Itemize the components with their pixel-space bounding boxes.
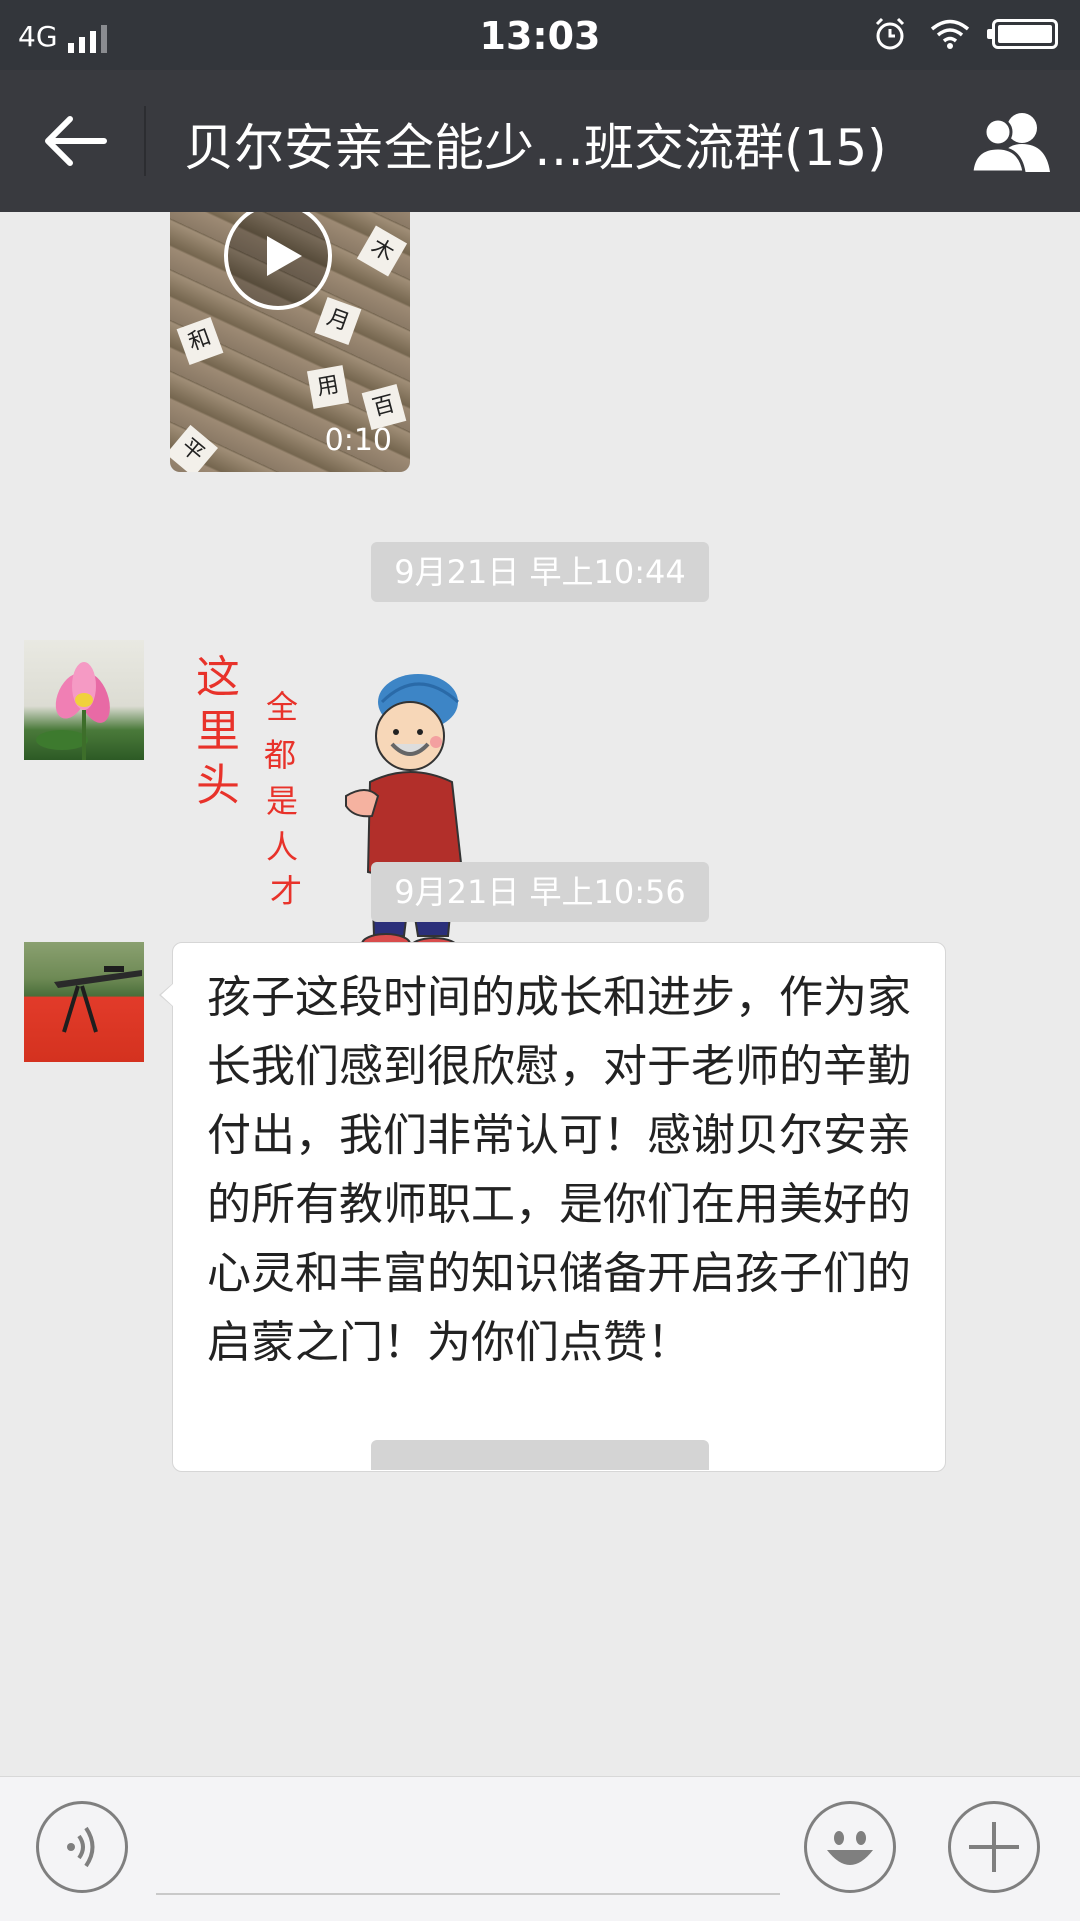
message-text: 孩子这段时间的成长和进步，作为家长我们感到很欣慰，对于老师的辛勤付出，我们非常认… — [207, 972, 911, 1368]
message-timestamp-partial — [371, 1440, 709, 1470]
chat-title: 贝尔安亲全能少…班交流群(15) — [184, 119, 887, 177]
lotus-icon — [36, 662, 110, 760]
word-card: 平 — [170, 424, 219, 472]
svg-text:是: 是 — [266, 782, 298, 820]
svg-text:人: 人 — [266, 828, 298, 866]
word-card: 用 — [306, 365, 350, 409]
group-members-icon[interactable] — [970, 108, 1052, 174]
avatar[interactable] — [24, 640, 144, 760]
svg-text:都: 都 — [264, 736, 296, 774]
message-timestamp: 9月21日 早上10:56 — [371, 862, 709, 922]
sticker-text-left-2: 里 — [196, 706, 240, 757]
video-message[interactable]: 和 月 用 百 木 平 0:10 — [170, 212, 410, 472]
sticker-text-left-1: 这 — [196, 652, 240, 703]
chat-input-bar — [0, 1776, 1080, 1921]
voice-input-button[interactable] — [36, 1801, 128, 1893]
voice-input-icon — [67, 1826, 95, 1868]
emoji-button[interactable] — [804, 1801, 896, 1893]
chat-title-bar: 贝尔安亲全能少…班交流群(15) — [0, 70, 1080, 212]
more-options-button[interactable] — [948, 1801, 1040, 1893]
emoji-icon — [827, 1831, 873, 1865]
video-duration: 0:10 — [324, 423, 392, 458]
svg-text:全: 全 — [266, 688, 298, 726]
title-divider — [144, 106, 146, 176]
svg-text:才: 才 — [270, 872, 302, 910]
message-timestamp: 9月21日 早上10:44 — [371, 542, 709, 602]
wifi-icon — [930, 19, 970, 49]
sticker-message[interactable]: 这 里 头 全 都 是 人 才 — [196, 646, 496, 986]
chat-message-list[interactable]: 和 月 用 百 木 平 0:10 9月21日 早上10:44 这 里 头 全 都… — [0, 212, 1080, 1776]
message-input[interactable] — [156, 1893, 780, 1895]
rifle-icon — [54, 966, 142, 1033]
word-card: 和 — [176, 316, 224, 366]
text-message-bubble[interactable]: 孩子这段时间的成长和进步，作为家长我们感到很欣慰，对于老师的辛勤付出，我们非常认… — [159, 942, 946, 1472]
avatar[interactable] — [24, 942, 144, 1062]
play-icon[interactable] — [222, 212, 334, 312]
sticker-text-left-3: 头 — [196, 760, 240, 811]
battery-icon — [987, 19, 1058, 49]
arrow-left-icon[interactable] — [40, 110, 110, 172]
word-card: 木 — [356, 225, 408, 277]
alarm-icon — [875, 17, 905, 50]
status-bar: 4G 13:03 — [0, 0, 1080, 70]
plus-icon — [969, 1822, 1019, 1872]
